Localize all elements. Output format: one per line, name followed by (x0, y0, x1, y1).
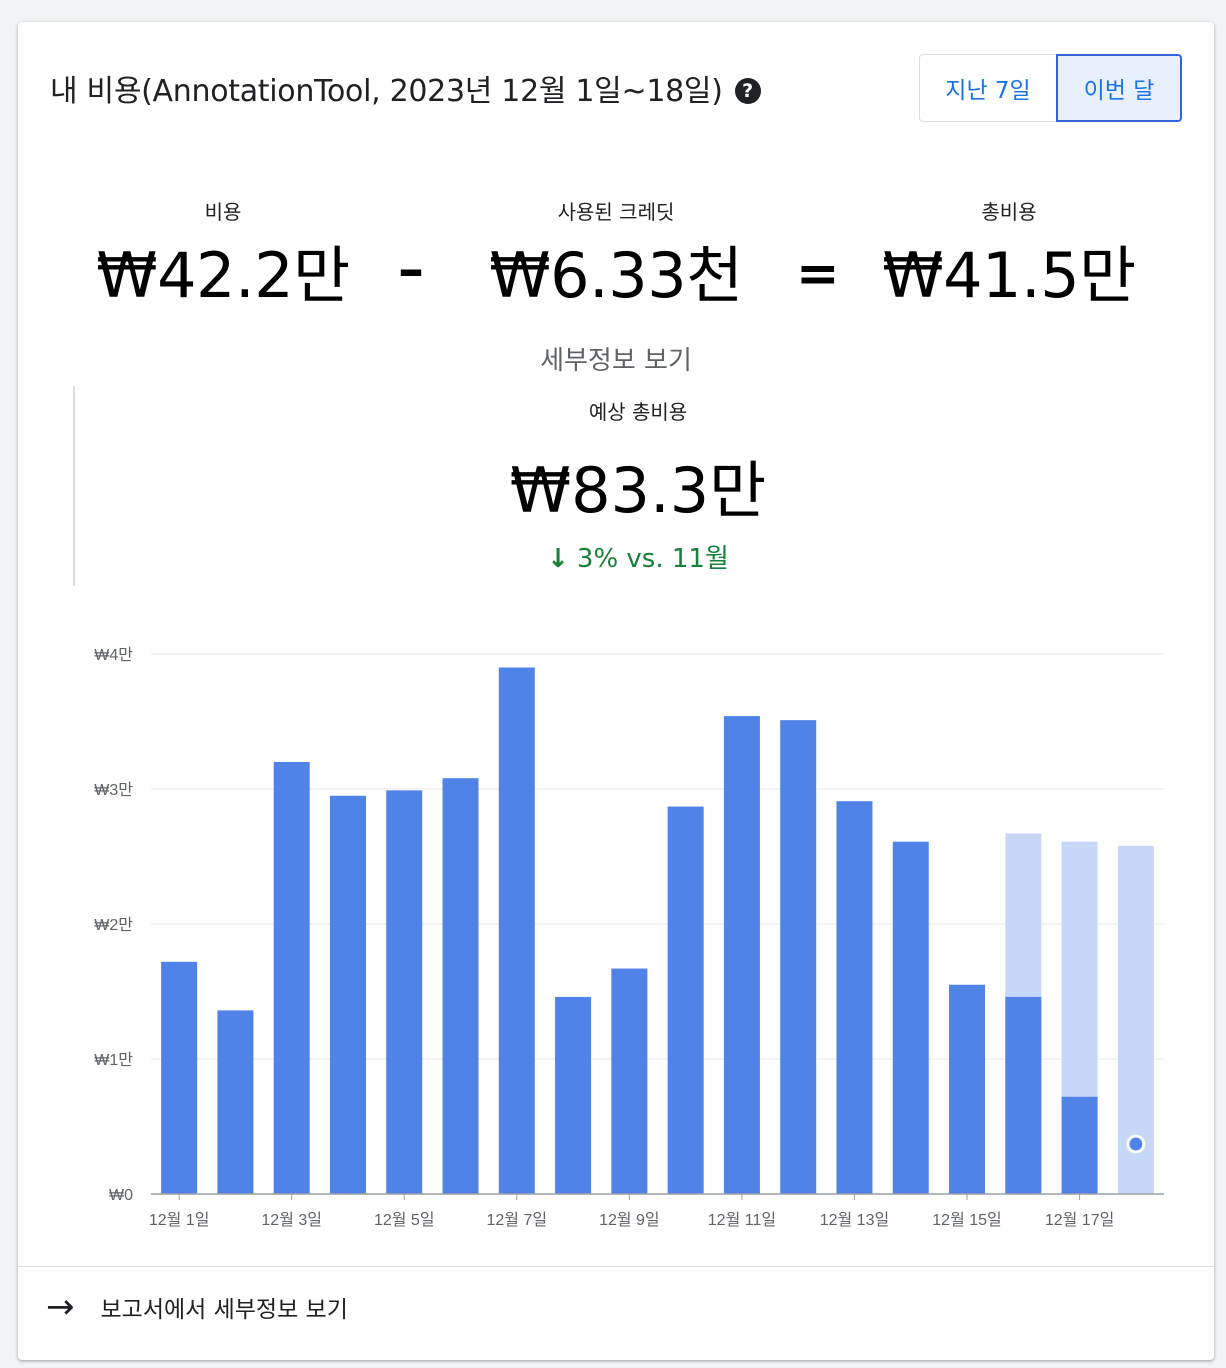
y-tick-label: ₩4만 (94, 646, 133, 664)
cost-bar[interactable] (498, 667, 535, 1195)
cost-bar[interactable] (949, 984, 986, 1194)
x-tick-label: 12월 7일 (487, 1211, 548, 1229)
y-tick-label: ₩3만 (94, 781, 133, 799)
cost-bar[interactable] (386, 790, 423, 1194)
x-tick-label: 12월 17일 (1045, 1211, 1114, 1229)
x-tick-label: 12월 3일 (261, 1211, 322, 1229)
cost-bar[interactable] (442, 778, 479, 1194)
y-tick-label: ₩0 (109, 1187, 133, 1204)
cost-bar[interactable] (273, 762, 310, 1194)
cost-bar[interactable] (161, 961, 198, 1194)
x-tick-label: 12월 5일 (374, 1211, 435, 1229)
cost-bar[interactable] (667, 806, 704, 1194)
x-tick-label: 12월 9일 (599, 1211, 660, 1229)
x-tick-label: 12월 11일 (708, 1211, 776, 1229)
x-tick-label: 12월 1일 (149, 1211, 210, 1229)
cost-bar[interactable] (1061, 1096, 1098, 1194)
arrow-right-icon: → (46, 1287, 75, 1327)
cost-bar[interactable] (611, 968, 648, 1194)
cost-bar[interactable] (723, 716, 760, 1194)
cost-bar[interactable] (1005, 996, 1042, 1194)
cost-bar[interactable] (555, 996, 592, 1194)
cost-bar[interactable] (836, 801, 873, 1194)
y-tick-label: ₩2만 (94, 916, 133, 934)
daily-cost-bar-chart: ₩0 ₩1만 ₩2만 ₩3만 ₩4만 12월 1일 12월 3일 12월 5일 12월 7일 12… (94, 646, 1164, 1229)
cost-bar[interactable] (892, 841, 929, 1194)
x-tick-label: 12월 15일 (932, 1211, 1001, 1229)
report-details-link[interactable]: → 보고서에서 세부정보 보기 (46, 1290, 348, 1324)
cost-bar[interactable] (217, 1010, 254, 1194)
report-details-label: 보고서에서 세부정보 보기 (100, 1297, 348, 1323)
cost-bar[interactable] (329, 795, 366, 1194)
billing-card: 내 비용(AnnotationTool, 2023년 12월 1일~18일) ?… (18, 22, 1214, 1360)
footer-divider (18, 1266, 1214, 1267)
current-day-marker[interactable] (1126, 1134, 1146, 1154)
cost-bar[interactable] (780, 720, 817, 1194)
y-tick-label: ₩1만 (94, 1051, 133, 1069)
x-tick-label: 12월 13일 (820, 1211, 889, 1229)
